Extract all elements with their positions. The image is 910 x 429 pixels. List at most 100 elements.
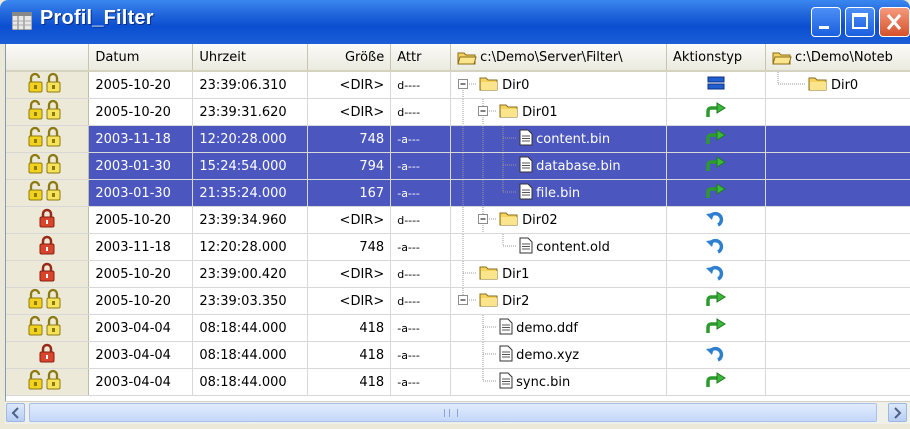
action-column-header[interactable]: Aktionstyp xyxy=(666,44,766,72)
action-cell[interactable] xyxy=(666,179,766,207)
row-status-cell[interactable] xyxy=(6,125,90,153)
tree-cell[interactable]: content.bin xyxy=(450,125,668,153)
row-status-cell[interactable] xyxy=(6,314,90,342)
status-column-header[interactable] xyxy=(6,44,90,72)
time-column-header[interactable]: Uhrzeit xyxy=(192,44,309,72)
size-column-header[interactable]: Größe xyxy=(307,44,392,72)
table-row[interactable]: 2003-04-04 08:18:44.000 418 -a--- sync.bin xyxy=(6,368,910,396)
table-row[interactable]: 2003-04-04 08:18:44.000 418 -a--- demo.xyz xyxy=(6,341,910,369)
tree-cell[interactable]: database.bin xyxy=(450,152,668,180)
date-cell: 2005-10-20 xyxy=(88,71,194,99)
action-cell[interactable] xyxy=(666,233,766,261)
row-status-cell[interactable] xyxy=(6,233,90,261)
arrow-right-icon xyxy=(705,318,727,340)
tree-node-label: content.bin xyxy=(536,132,611,147)
size-cell: 167 xyxy=(307,179,392,207)
tree-cell[interactable]: demo.ddf xyxy=(450,314,668,342)
tree-cell[interactable]: Dir01 xyxy=(450,98,668,126)
right-tree-cell[interactable] xyxy=(765,206,910,234)
right-path-column-header[interactable]: c:\Demo\Noteb xyxy=(765,44,910,72)
right-tree-cell[interactable] xyxy=(765,260,910,288)
tree-cell[interactable]: demo.xyz xyxy=(450,341,668,369)
right-tree-cell[interactable]: Dir0 xyxy=(765,71,910,99)
tree-cell[interactable]: sync.bin xyxy=(450,368,668,396)
row-status-cell[interactable] xyxy=(6,206,90,234)
tree-cell[interactable]: file.bin xyxy=(450,179,668,207)
equal-icon xyxy=(705,76,727,97)
time-cell: 23:39:06.310 xyxy=(192,71,309,99)
attr-cell: -a--- xyxy=(390,341,452,369)
table-row[interactable]: 2003-01-30 21:35:24.000 167 -a--- file.bin xyxy=(6,179,910,207)
scroll-right-button[interactable] xyxy=(888,403,907,422)
date-cell: 2005-10-20 xyxy=(88,287,194,315)
action-cell[interactable] xyxy=(666,341,766,369)
action-cell[interactable] xyxy=(666,152,766,180)
table-row[interactable]: 2005-10-20 23:39:34.960 <DIR> d---- Dir02 xyxy=(6,206,910,234)
action-cell[interactable] xyxy=(666,71,766,99)
file-grid[interactable]: Datum Uhrzeit Größe Attr c:\Demo\Server\… xyxy=(5,44,910,401)
action-cell[interactable] xyxy=(666,260,766,288)
maximize-button[interactable] xyxy=(845,7,875,37)
arrow-right-icon xyxy=(705,156,727,178)
row-status-cell[interactable] xyxy=(6,287,90,315)
size-cell: <DIR> xyxy=(307,260,392,288)
table-row[interactable]: 2003-11-18 12:20:28.000 748 -a--- content.ol… xyxy=(6,233,910,261)
minimize-button[interactable] xyxy=(811,7,841,37)
time-cell: 08:18:44.000 xyxy=(192,314,309,342)
row-status-cell[interactable] xyxy=(6,179,90,207)
folder-open-icon xyxy=(772,52,792,64)
right-tree-cell[interactable] xyxy=(765,368,910,396)
scroll-left-button[interactable] xyxy=(6,403,25,422)
right-tree-cell[interactable] xyxy=(765,233,910,261)
row-status-cell[interactable] xyxy=(6,152,90,180)
table-row[interactable]: 2005-10-20 23:39:31.620 <DIR> d---- Dir01 xyxy=(6,98,910,126)
row-status-cell[interactable] xyxy=(6,341,90,369)
action-cell[interactable] xyxy=(666,98,766,126)
size-cell: 794 xyxy=(307,152,392,180)
tree-cell[interactable]: content.old xyxy=(450,233,668,261)
unlocked-icon xyxy=(27,153,67,179)
tree-cell[interactable]: Dir0 xyxy=(450,71,668,99)
right-tree-cell[interactable] xyxy=(765,152,910,180)
right-tree-cell[interactable] xyxy=(765,125,910,153)
action-cell[interactable] xyxy=(666,206,766,234)
row-status-cell[interactable] xyxy=(6,368,90,396)
tree-cell[interactable]: Dir02 xyxy=(450,206,668,234)
tree-cell[interactable]: Dir2 xyxy=(450,287,668,315)
table-row[interactable]: 2003-11-18 12:20:28.000 748 -a--- content.bi… xyxy=(6,125,910,153)
tree-node-label: Dir02 xyxy=(522,212,558,228)
tree-node-label: content.old xyxy=(536,240,610,255)
table-row[interactable]: 2005-10-20 23:39:00.420 <DIR> d---- Dir1 xyxy=(6,260,910,288)
row-status-cell[interactable] xyxy=(6,260,90,288)
attr-column-header[interactable]: Attr xyxy=(390,44,452,72)
action-cell[interactable] xyxy=(666,368,766,396)
row-status-cell[interactable] xyxy=(6,71,90,99)
right-tree-cell[interactable] xyxy=(765,341,910,369)
action-cell[interactable] xyxy=(666,314,766,342)
time-cell: 23:39:34.960 xyxy=(192,206,309,234)
close-button[interactable] xyxy=(879,7,910,37)
right-tree-cell[interactable] xyxy=(765,179,910,207)
date-cell: 2005-10-20 xyxy=(88,206,194,234)
right-tree-cell[interactable] xyxy=(765,98,910,126)
action-cell[interactable] xyxy=(666,125,766,153)
right-tree-cell[interactable] xyxy=(765,314,910,342)
left-path-column-header[interactable]: c:\Demo\Server\Filter\ xyxy=(450,44,668,72)
row-status-cell[interactable] xyxy=(6,98,90,126)
title-bar[interactable]: Profil_Filter xyxy=(0,0,910,44)
date-cell: 2005-10-20 xyxy=(88,260,194,288)
table-row[interactable]: 2005-10-20 23:39:03.350 <DIR> d---- Dir2 xyxy=(6,287,910,315)
folder-open-icon xyxy=(457,52,477,64)
window-title: Profil_Filter xyxy=(40,7,154,29)
table-row[interactable]: 2003-01-30 15:24:54.000 794 -a--- database.b… xyxy=(6,152,910,180)
scroll-thumb[interactable] xyxy=(29,403,877,422)
date-column-header[interactable]: Datum xyxy=(88,44,194,72)
table-row[interactable]: 2005-10-20 23:39:06.310 <DIR> d---- Dir0 Dir0 xyxy=(6,71,910,99)
right-tree-cell[interactable] xyxy=(765,287,910,315)
close-icon xyxy=(886,14,902,30)
horizontal-scrollbar[interactable] xyxy=(5,401,910,424)
action-cell[interactable] xyxy=(666,287,766,315)
table-row[interactable]: 2003-04-04 08:18:44.000 418 -a--- demo.ddf xyxy=(6,314,910,342)
tree-cell[interactable]: Dir1 xyxy=(450,260,668,288)
undo-icon xyxy=(705,238,727,259)
